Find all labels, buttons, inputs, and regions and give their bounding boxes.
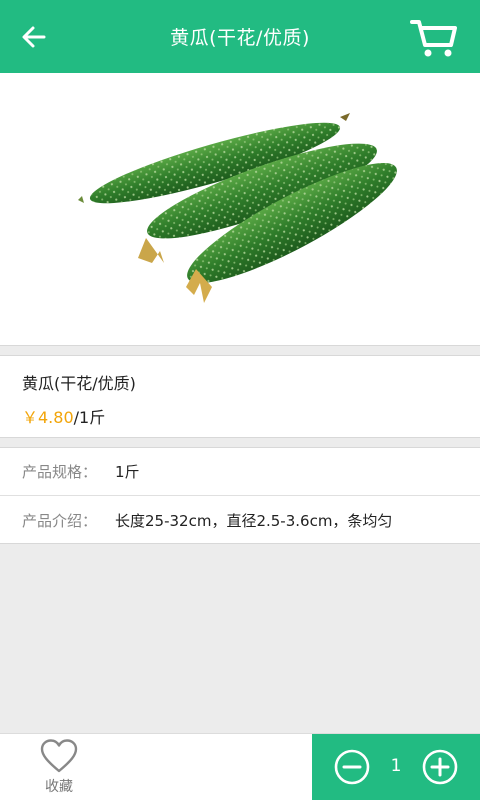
- price-line: ￥4.80/1斤: [22, 404, 105, 428]
- quantity-stepper: 1: [312, 734, 480, 800]
- spec-row-intro: 产品介绍： 长度25-32cm，直径2.5-3.6cm，条均匀: [0, 496, 480, 544]
- product-spec-card: 产品规格： 1斤 产品介绍： 长度25-32cm，直径2.5-3.6cm，条均匀: [0, 447, 480, 544]
- back-button[interactable]: [14, 18, 54, 56]
- product-info-card: 黄瓜(干花/优质) ￥4.80/1斤: [0, 355, 480, 438]
- arrow-left-icon: [22, 26, 46, 48]
- product-name: 黄瓜(干花/优质): [22, 374, 136, 393]
- spec-key: 产品规格：: [22, 463, 98, 481]
- quantity-value[interactable]: 1: [382, 756, 410, 776]
- spec-value: 长度25-32cm，直径2.5-3.6cm，条均匀: [115, 511, 393, 530]
- product-image-area: [0, 73, 480, 346]
- favorite-label: 收藏: [45, 779, 73, 795]
- spec-row-size: 产品规格： 1斤: [0, 448, 480, 496]
- plus-circle-icon: [422, 749, 458, 785]
- heart-icon: [40, 739, 78, 773]
- cucumber-image: [78, 113, 397, 303]
- increase-quantity-button[interactable]: [422, 749, 458, 785]
- bottom-action-bar: 收藏 1: [0, 733, 480, 800]
- product-price: ￥4.80: [22, 408, 74, 427]
- page-title: 黄瓜(干花/优质): [170, 27, 310, 49]
- spec-key: 产品介绍：: [22, 511, 98, 530]
- decrease-quantity-button[interactable]: [334, 749, 370, 785]
- favorite-button[interactable]: 收藏: [24, 738, 94, 798]
- app-header: 黄瓜(干花/优质): [0, 0, 480, 73]
- product-unit: /1斤: [73, 408, 106, 427]
- shopping-cart-icon: [410, 20, 457, 57]
- minus-circle-icon: [334, 749, 370, 785]
- spec-value: 1斤: [115, 463, 140, 481]
- cart-button[interactable]: [408, 16, 460, 60]
